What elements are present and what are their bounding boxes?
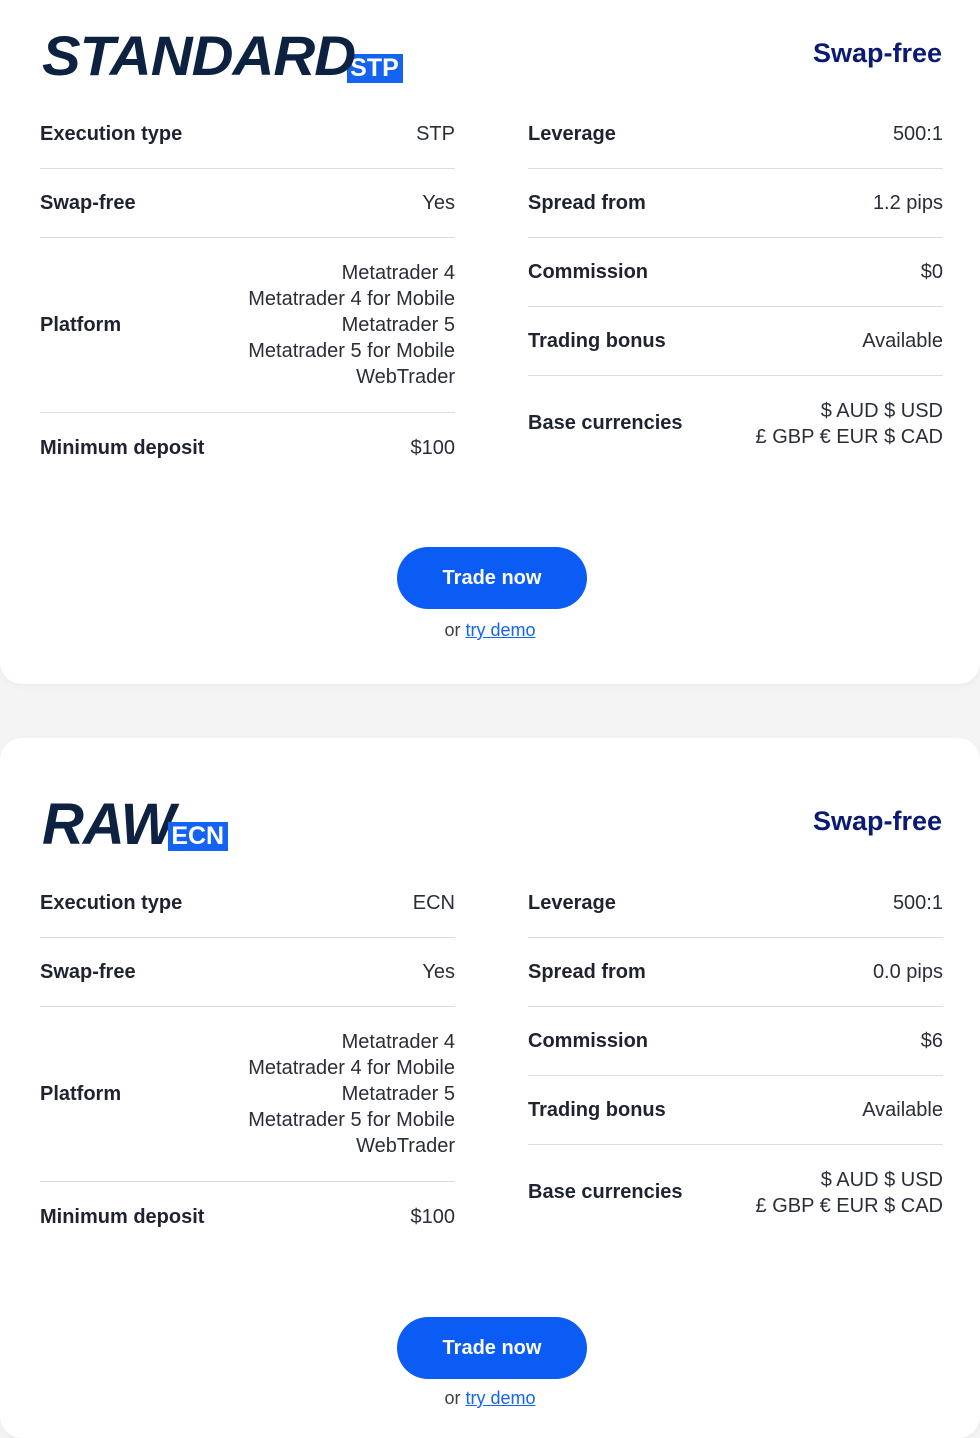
spec-row-swap: Swap-free Yes (40, 169, 455, 238)
demo-line: or try demo (0, 620, 980, 641)
spec-row-base-currencies: Base currencies $ AUD $ USD £ GBP € EUR … (528, 1145, 943, 1240)
spec-label: Platform (40, 1082, 122, 1105)
or-text: or (444, 1388, 461, 1408)
spec-row-leverage: Leverage 500:1 (528, 100, 943, 169)
spec-label: Minimum deposit (40, 436, 205, 459)
spec-value: 1.2 pips (872, 192, 943, 214)
platform-item: Metatrader 5 (341, 314, 455, 336)
platform-item: Metatrader 4 (341, 1031, 455, 1053)
spec-row-platform: Platform Metatrader 4 Metatrader 4 for M… (40, 238, 455, 413)
currency-list: $ AUD $ USD £ GBP € EUR $ CAD (756, 398, 943, 450)
spec-label: Trading bonus (528, 329, 666, 352)
spec-row-execution: Execution type STP (40, 100, 455, 169)
spec-label: Minimum deposit (40, 1205, 205, 1228)
spec-label: Commission (528, 1029, 649, 1052)
spec-label: Swap-free (40, 191, 136, 214)
spec-row-base-currencies: Base currencies $ AUD $ USD £ GBP € EUR … (528, 376, 943, 471)
platform-item: Metatrader 4 (341, 262, 455, 284)
currency-list: $ AUD $ USD £ GBP € EUR $ CAD (756, 1167, 943, 1219)
platform-item: WebTrader (356, 366, 455, 388)
logo-word: STANDARD (42, 25, 356, 88)
spec-row-commission: Commission $6 (528, 1007, 943, 1076)
spec-value: $0 (920, 261, 943, 283)
spec-value: STP (416, 123, 455, 145)
trade-now-button[interactable]: Trade now (397, 1317, 587, 1379)
spec-row-bonus: Trading bonus Available (528, 1076, 943, 1145)
currency-line: $ AUD $ USD (820, 399, 943, 422)
spec-value: $100 (410, 1206, 456, 1228)
spec-label: Platform (40, 313, 122, 336)
spec-table-right: Leverage 500:1 Spread from 0.0 pips Comm… (528, 869, 943, 1240)
spec-row-swap: Swap-free Yes (40, 938, 455, 1007)
platform-item: Metatrader 5 for Mobile (248, 1109, 455, 1131)
spec-value: 500:1 (892, 892, 943, 914)
account-card-standard: STANDARD STP Swap-free Execution type ST… (0, 0, 980, 684)
platform-item: Metatrader 5 for Mobile (248, 340, 455, 362)
spec-table-left: Execution type STP Swap-free Yes Platfor… (40, 100, 455, 483)
spec-value: 500:1 (892, 123, 943, 145)
spec-value: Yes (422, 961, 455, 983)
spec-value: $100 (410, 437, 456, 459)
spec-label: Execution type (40, 891, 183, 914)
platform-list: Metatrader 4 Metatrader 4 for Mobile Met… (248, 1029, 455, 1159)
spec-label: Base currencies (528, 412, 683, 434)
spec-label: Trading bonus (528, 1098, 666, 1121)
account-card-raw: RAW ECN Swap-free Execution type ECN Swa… (0, 738, 980, 1438)
platform-item: Metatrader 4 for Mobile (248, 288, 455, 310)
spec-label: Leverage (528, 122, 616, 145)
spec-value: 0.0 pips (872, 961, 943, 983)
platform-item: WebTrader (356, 1135, 455, 1157)
spec-value: Available (862, 330, 943, 352)
spec-row-execution: Execution type ECN (40, 869, 455, 938)
spec-value: ECN (412, 892, 455, 914)
demo-line: or try demo (0, 1388, 980, 1409)
try-demo-link[interactable]: try demo (466, 620, 536, 640)
currency-line: $ AUD $ USD (820, 1168, 943, 1191)
spec-label: Execution type (40, 122, 183, 145)
spec-label: Base currencies (528, 1181, 683, 1203)
spec-label: Commission (528, 260, 649, 283)
swap-free-heading: Swap-free (812, 38, 942, 68)
spec-label: Spread from (528, 191, 646, 214)
spec-row-commission: Commission $0 (528, 238, 943, 307)
spec-row-min-deposit: Minimum deposit $100 (40, 1182, 455, 1252)
spec-row-platform: Platform Metatrader 4 Metatrader 4 for M… (40, 1007, 455, 1182)
spec-value: $6 (920, 1030, 943, 1052)
currency-line: £ GBP € EUR $ CAD (755, 425, 943, 448)
trade-now-button[interactable]: Trade now (397, 547, 587, 609)
spec-value: Available (862, 1099, 943, 1121)
platform-list: Metatrader 4 Metatrader 4 for Mobile Met… (248, 260, 455, 390)
standard-stp-logo: STANDARD STP (42, 28, 403, 86)
spec-row-min-deposit: Minimum deposit $100 (40, 413, 455, 483)
or-text: or (444, 620, 461, 640)
platform-item: Metatrader 5 (341, 1083, 455, 1105)
spec-value: Yes (422, 192, 455, 214)
spec-label: Spread from (528, 960, 646, 983)
try-demo-link[interactable]: try demo (466, 1388, 536, 1408)
spec-table-right: Leverage 500:1 Spread from 1.2 pips Comm… (528, 100, 943, 471)
spec-row-spread: Spread from 0.0 pips (528, 938, 943, 1007)
spec-row-spread: Spread from 1.2 pips (528, 169, 943, 238)
logo-tag: STP (347, 54, 403, 83)
spec-label: Leverage (528, 891, 616, 914)
spec-row-bonus: Trading bonus Available (528, 307, 943, 376)
spec-label: Swap-free (40, 960, 136, 983)
swap-free-heading: Swap-free (812, 806, 942, 836)
logo-word: RAW (42, 792, 175, 857)
spec-table-left: Execution type ECN Swap-free Yes Platfor… (40, 869, 455, 1252)
platform-item: Metatrader 4 for Mobile (248, 1057, 455, 1079)
raw-ecn-logo: RAW ECN (42, 792, 229, 857)
logo-tag: ECN (168, 822, 229, 851)
spec-row-leverage: Leverage 500:1 (528, 869, 943, 938)
currency-line: £ GBP € EUR $ CAD (755, 1194, 943, 1217)
